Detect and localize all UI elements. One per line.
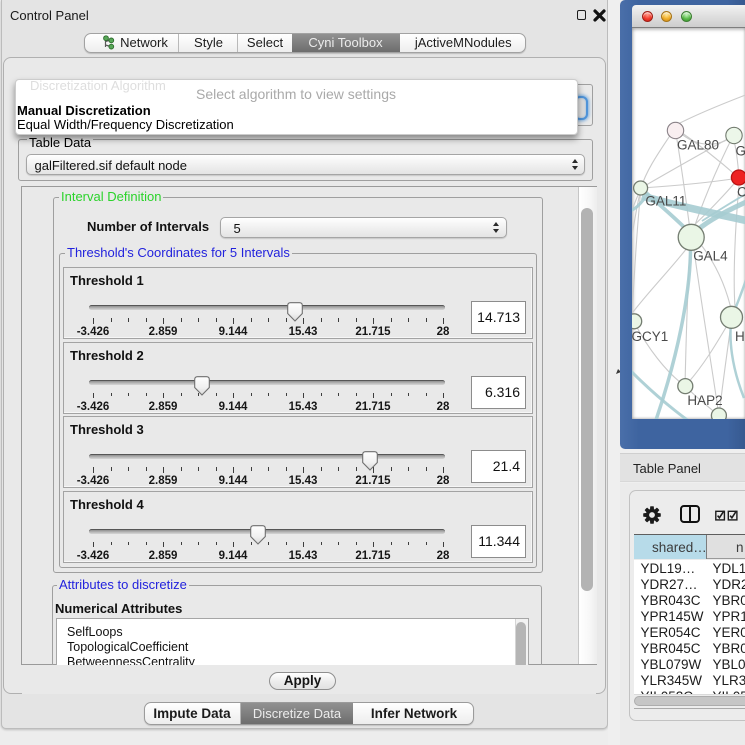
svg-text:GAL80: GAL80 bbox=[677, 137, 719, 152]
svg-text:GAL4: GAL4 bbox=[693, 248, 728, 263]
svg-text:GA: GA bbox=[735, 143, 745, 158]
svg-text:CY: CY bbox=[736, 184, 745, 199]
svg-text:HAP2: HAP2 bbox=[687, 393, 722, 408]
svg-text:HI: HI bbox=[734, 329, 745, 344]
svg-text:GCY1: GCY1 bbox=[632, 329, 668, 344]
svg-text:GAL11: GAL11 bbox=[645, 193, 686, 208]
